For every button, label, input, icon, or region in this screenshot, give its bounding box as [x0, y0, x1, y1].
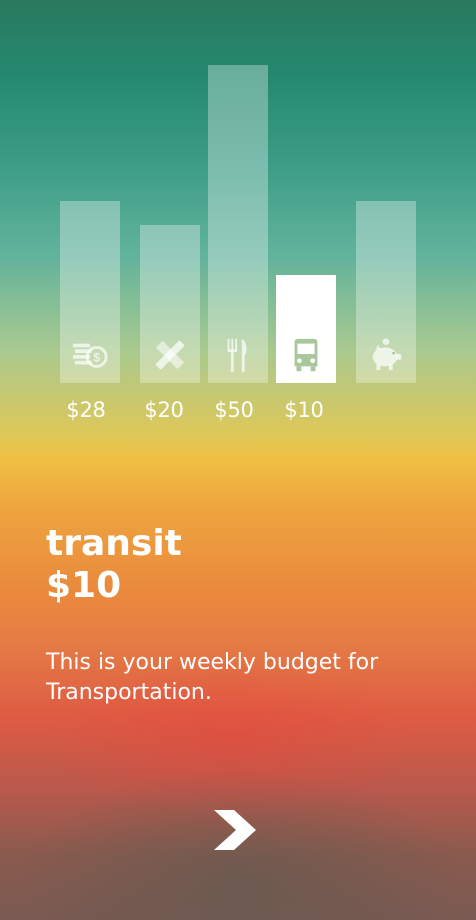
next-button[interactable] [212, 808, 260, 852]
chevron-right-icon [214, 810, 256, 850]
bar-coins[interactable]: $ [60, 201, 120, 383]
svg-text:$: $ [93, 351, 100, 365]
bar-amount: $20 [144, 398, 184, 422]
fork-knife-icon [208, 335, 268, 375]
category-name: transit [46, 523, 182, 564]
budget-description: This is your weekly budget for Transport… [46, 650, 379, 705]
bar-amount: $50 [214, 398, 254, 422]
bar-supplies[interactable] [140, 225, 200, 383]
bar-amount: $10 [284, 398, 324, 422]
piggy-bank-icon [356, 335, 416, 375]
bar-savings[interactable] [356, 201, 416, 383]
category-price: $10 [46, 565, 122, 606]
bus-icon [276, 335, 336, 375]
bar-amount: $28 [66, 398, 106, 422]
bar-transit[interactable] [276, 275, 336, 383]
pencil-ruler-icon [140, 335, 200, 375]
coins-icon: $ [60, 335, 120, 375]
category-title: transit $10 [46, 524, 182, 606]
bar-food[interactable] [208, 65, 268, 383]
